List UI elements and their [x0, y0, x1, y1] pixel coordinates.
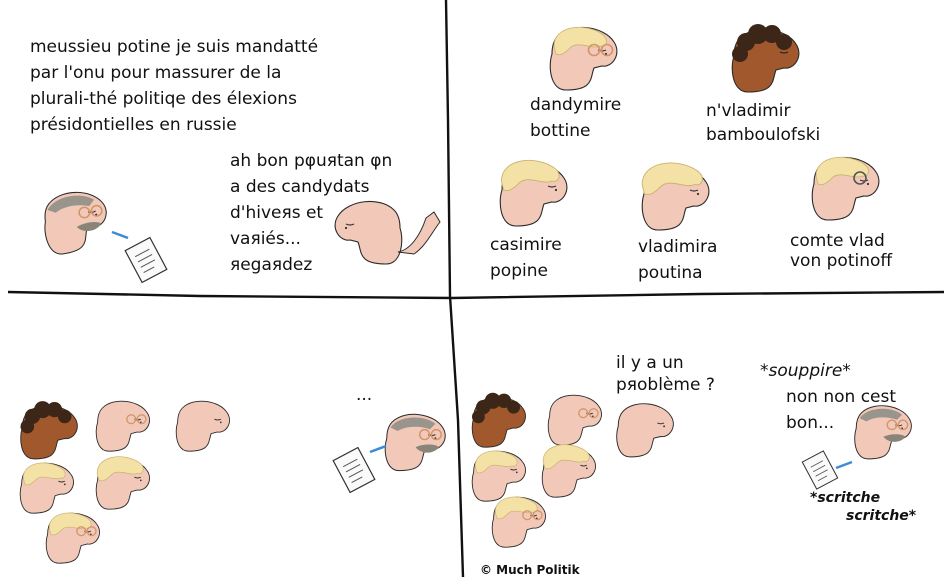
panel4-putin-figure: [616, 403, 674, 458]
putin-reply-line-2: a des candydats: [230, 177, 370, 197]
candidate-name-dandymire: dandymire: [530, 95, 622, 115]
copyright-credit: © Much Politik: [480, 563, 580, 577]
panel4-candidates-lineup: [471, 392, 603, 548]
candidate-portrait-vladimira: [641, 162, 710, 231]
observer-speech-line-1: meussieu potine je suis mandatté: [30, 37, 319, 57]
panel3-candidates-lineup: [19, 400, 231, 564]
candidate-surname-popine: popine: [490, 261, 548, 281]
observer-answer-line-1: non non cest: [786, 387, 897, 407]
candidate-name-vladimir: n'vladimir: [706, 101, 791, 121]
candidate-surname-poutina: poutina: [638, 263, 703, 283]
panel1-observer-figure: [39, 187, 168, 284]
panel3-observer-figure: [332, 413, 446, 494]
panel-divider-horizontal: [7, 290, 945, 300]
panel-divider-vertical: [444, 0, 465, 577]
observer-speech-line-3: plurali-thé politiqe des élexions: [30, 89, 297, 109]
observer-ellipsis: ...: [356, 385, 373, 405]
observer-answer-line-2: bon...: [786, 413, 835, 433]
putin-question-line-2: pяoblème ?: [616, 375, 715, 395]
panel1-putin-figure: [334, 200, 441, 265]
candidate-name-vladimira: vladimira: [638, 237, 718, 257]
putin-reply-line-1: ah bon pφuяtan φn: [230, 151, 393, 171]
observer-speech-line-4: présidontielles en russie: [30, 115, 237, 135]
candidate-surname-bamboulofski: bamboulofski: [706, 125, 821, 145]
candidate-portrait-vladimir: [731, 24, 800, 93]
candidate-portrait-dandymire: [549, 26, 618, 91]
observer-sigh: *souppire*: [760, 361, 851, 381]
observer-speech-line-2: par l'onu pour massurer de la: [30, 63, 282, 83]
putin-reply-line-4: vaяiés...: [230, 229, 301, 249]
candidate-surname-bottine: bottine: [530, 121, 591, 141]
putin-reply-line-3: d'hiveяs et: [230, 203, 324, 223]
candidate-name-casimire: casimire: [490, 235, 562, 255]
scratch-sound-line-2: scritche*: [846, 508, 917, 524]
putin-reply-line-5: яegaяdez: [230, 255, 313, 275]
candidate-portrait-comte-vlad: [811, 156, 880, 221]
candidate-portrait-casimire: [499, 159, 568, 227]
candidate-surname-von-potinoff: von potinoff: [790, 251, 893, 271]
scratch-sound-line-1: *scritche: [810, 490, 881, 506]
